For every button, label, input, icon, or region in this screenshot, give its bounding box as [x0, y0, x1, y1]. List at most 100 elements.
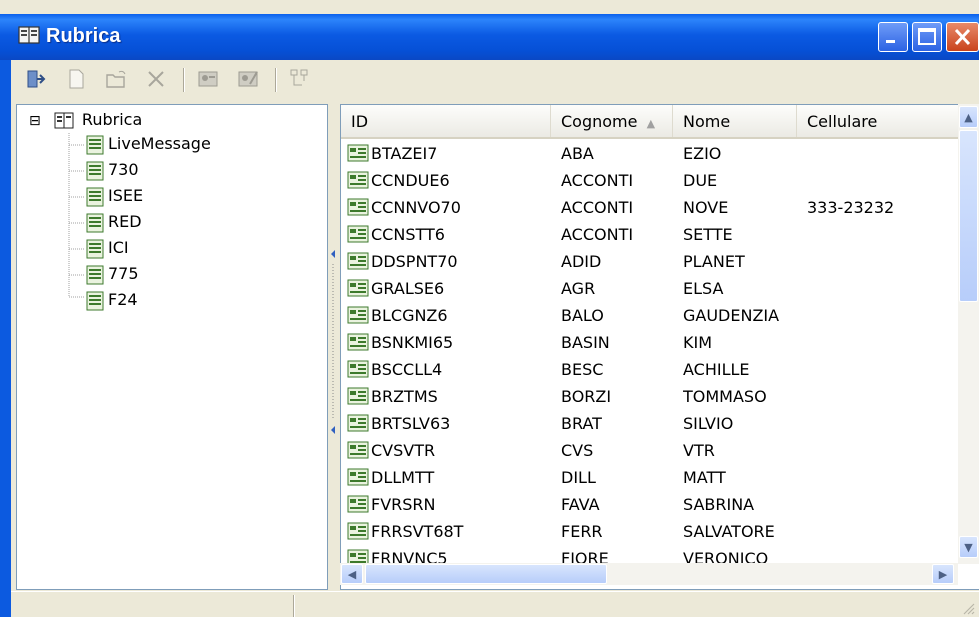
- form-icon: [347, 495, 369, 513]
- form-icon: [86, 239, 104, 258]
- cell-text: BESC: [561, 360, 604, 379]
- table-row[interactable]: BLCGNZ6 BALO GAUDENZIA: [341, 303, 961, 329]
- delete-icon[interactable]: [145, 68, 167, 90]
- cell-id: DDSPNT70: [347, 249, 547, 275]
- cell-text: GRALSE6: [371, 279, 445, 298]
- cell-nome: VTR: [683, 438, 801, 464]
- open-folder-icon[interactable]: [105, 68, 127, 90]
- horizontal-scrollbar[interactable]: ◀ ▶: [340, 563, 958, 585]
- column-header[interactable]: ID: [341, 105, 551, 137]
- contact-list: ID Cognome ▲ Nome Cellulare BTAZEI7 ABA EZI…: [340, 104, 979, 590]
- tree-item-label: ICI: [108, 238, 129, 257]
- table-row[interactable]: DDSPNT70 ADID PLANET: [341, 249, 961, 275]
- cell-text: SETTE: [683, 225, 733, 244]
- scroll-up-button[interactable]: ▲: [959, 106, 978, 128]
- title-bar[interactable]: Rubrica: [0, 14, 979, 60]
- cell-nome: ELSA: [683, 276, 801, 302]
- tree-item[interactable]: LiveMessage: [85, 133, 211, 155]
- table-row[interactable]: CCNNVO70 ACCONTI NOVE 333-23232: [341, 195, 961, 221]
- column-header[interactable]: Nome: [673, 105, 797, 137]
- contact-card-icon[interactable]: [197, 68, 219, 90]
- table-row[interactable]: BRTSLV63 BRAT SILVIO: [341, 411, 961, 437]
- cell-text: BRZTMS: [371, 387, 438, 406]
- form-icon: [347, 252, 369, 270]
- column-header-label: Cognome: [561, 112, 638, 131]
- cell-text: BRTSLV63: [371, 414, 451, 433]
- cell-cognome: FAVA: [561, 492, 671, 518]
- table-row[interactable]: CVSVTR CVS VTR: [341, 438, 961, 464]
- cell-nome: SALVATORE: [683, 519, 801, 545]
- cell-text: SALVATORE: [683, 522, 775, 541]
- maximize-button[interactable]: [912, 22, 942, 52]
- resize-grip-icon[interactable]: [961, 601, 975, 615]
- vertical-scrollbar[interactable]: ▲ ▼: [958, 104, 979, 564]
- form-icon: [347, 333, 369, 351]
- tree-item[interactable]: ISEE: [85, 185, 143, 207]
- toolbar-separator: [183, 68, 185, 92]
- cell-text: FAVA: [561, 495, 600, 514]
- column-header-label: Cellulare: [807, 112, 878, 131]
- tree-item[interactable]: 775: [85, 263, 139, 285]
- horizontal-scroll-thumb[interactable]: [365, 564, 607, 584]
- table-row[interactable]: CCNDUE6 ACCONTI DUE: [341, 168, 961, 194]
- cell-id: BRZTMS: [347, 384, 547, 410]
- table-row[interactable]: DLLMTT DILL MATT: [341, 465, 961, 491]
- new-document-icon[interactable]: [65, 68, 87, 90]
- table-row[interactable]: BTAZEI7 ABA EZIO: [341, 141, 961, 167]
- cell-text: ACCONTI: [561, 171, 634, 190]
- tree-item[interactable]: 730: [85, 159, 139, 181]
- table-row[interactable]: CCNSTT6 ACCONTI SETTE: [341, 222, 961, 248]
- cell-text: DLLMTT: [371, 468, 435, 487]
- cell-id: BLCGNZ6: [347, 303, 547, 329]
- cell-text: CCNDUE6: [371, 171, 450, 190]
- cell-text: BTAZEI7: [371, 144, 438, 163]
- scroll-down-button[interactable]: ▼: [959, 536, 978, 558]
- cell-cellulare: 333-23232: [807, 195, 957, 221]
- column-header-label: Nome: [683, 112, 731, 131]
- exit-icon[interactable]: [25, 68, 47, 90]
- cell-nome: NOVE: [683, 195, 801, 221]
- cell-cellulare: [807, 168, 957, 194]
- minimize-button[interactable]: [878, 22, 908, 52]
- cell-id: CCNSTT6: [347, 222, 547, 248]
- form-icon: [347, 441, 369, 459]
- scroll-right-button[interactable]: ▶: [932, 564, 954, 584]
- cell-text: FERR: [561, 522, 603, 541]
- tree-item[interactable]: F24: [85, 289, 138, 311]
- table-row[interactable]: BRZTMS BORZI TOMMASO: [341, 384, 961, 410]
- cell-cognome: ADID: [561, 249, 671, 275]
- cell-text: KIM: [683, 333, 713, 352]
- cell-text: BSCCLL4: [371, 360, 443, 379]
- table-row[interactable]: BSCCLL4 BESC ACHILLE: [341, 357, 961, 383]
- contact-card-edit-icon[interactable]: [237, 68, 259, 90]
- rubrica-window: Rubrica ⊟ Rubrica LiveMessage 730 ISEE R…: [0, 0, 979, 617]
- cell-text: DDSPNT70: [371, 252, 458, 271]
- tree-item[interactable]: RED: [85, 211, 142, 233]
- cell-nome: KIM: [683, 330, 801, 356]
- cell-id: GRALSE6: [347, 276, 547, 302]
- form-icon: [347, 387, 369, 405]
- cell-text: ACHILLE: [683, 360, 750, 379]
- cell-nome: SETTE: [683, 222, 801, 248]
- cell-cellulare: [807, 357, 957, 383]
- cell-cellulare: [807, 492, 957, 518]
- table-row[interactable]: BSNKMI65 BASIN KIM: [341, 330, 961, 356]
- cell-id: BTAZEI7: [347, 141, 547, 167]
- tree-view-icon[interactable]: [289, 68, 311, 90]
- close-icon: [954, 28, 971, 46]
- panel-splitter[interactable]: [328, 104, 338, 588]
- cell-cellulare: [807, 222, 957, 248]
- cell-text: BRAT: [561, 414, 602, 433]
- close-button[interactable]: [946, 22, 979, 52]
- table-row[interactable]: GRALSE6 AGR ELSA: [341, 276, 961, 302]
- column-header[interactable]: Cognome ▲: [551, 105, 673, 137]
- cell-text: FRRSVT68T: [371, 522, 464, 541]
- tree-item[interactable]: ICI: [85, 237, 129, 259]
- table-row[interactable]: FRRSVT68T FERR SALVATORE: [341, 519, 961, 545]
- form-icon: [347, 522, 369, 540]
- form-icon: [86, 187, 104, 206]
- table-row[interactable]: FVRSRN FAVA SABRINA: [341, 492, 961, 518]
- vertical-scroll-thumb[interactable]: [959, 130, 978, 302]
- column-header[interactable]: Cellulare: [797, 105, 961, 137]
- scroll-left-button[interactable]: ◀: [341, 564, 363, 584]
